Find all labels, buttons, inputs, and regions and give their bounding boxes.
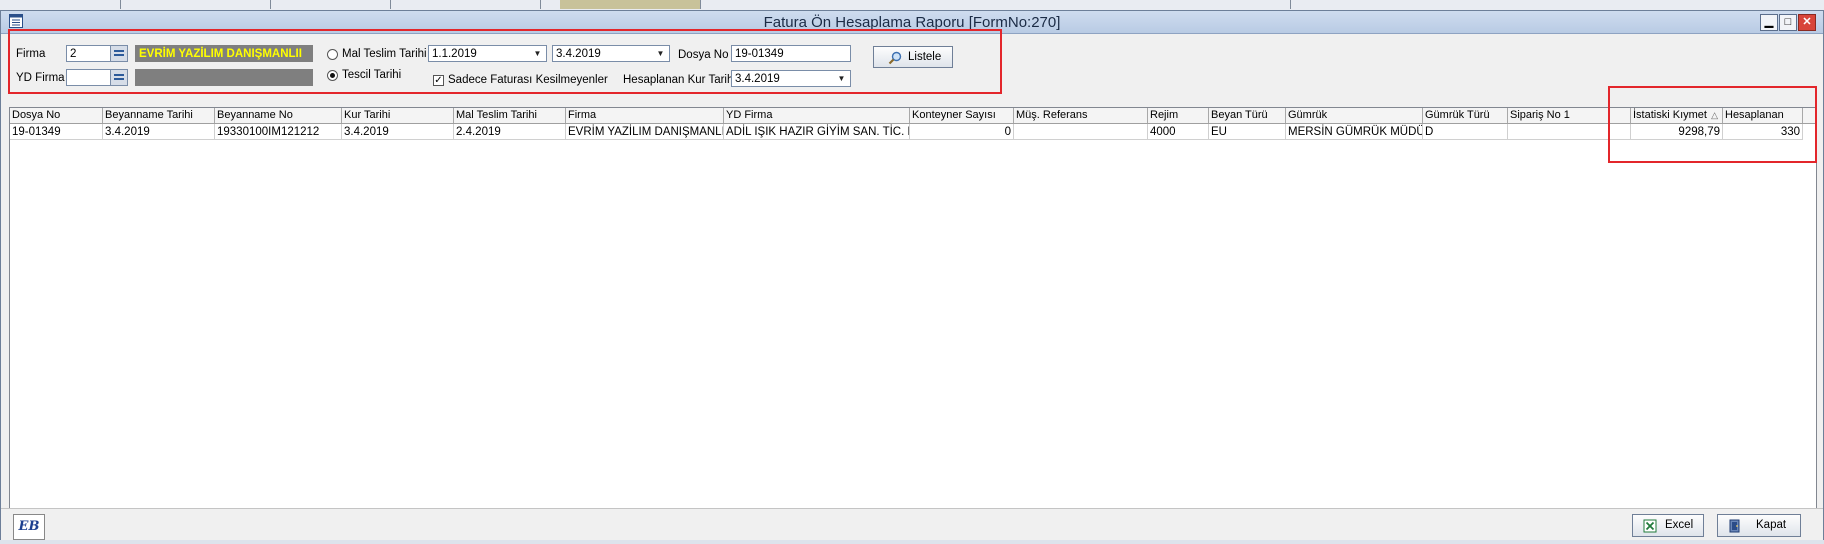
column-header-beyan-turu[interactable]: Beyan Türü: [1209, 108, 1286, 123]
eb-logo: EB: [13, 514, 45, 540]
date-to-dropdown[interactable]: 3.4.2019 ▼: [552, 45, 670, 62]
cell-firma: EVRİM YAZİLIM DANIŞMANLIK: [566, 124, 724, 140]
column-header-yd-firma[interactable]: YD Firma: [724, 108, 910, 123]
kur-tarihi-label: Hesaplanan Kur Tarihi: [623, 74, 736, 86]
cell-rejim: 4000: [1148, 124, 1209, 140]
column-header-beyanname-no[interactable]: Beyanname No: [215, 108, 342, 123]
firma-code-input[interactable]: 2: [66, 45, 128, 62]
exit-door-icon: [1729, 519, 1740, 533]
grid-header: Dosya No Beyanname Tarihi Beyanname No K…: [10, 108, 1816, 124]
cell-gumruk-turu: D: [1423, 124, 1508, 140]
cell-istatiski-kiymet: 9298,79: [1631, 124, 1723, 140]
column-header-gumruk[interactable]: Gümrük: [1286, 108, 1423, 123]
istatiski-kiymet-label: İstatiski Kıymet: [1633, 109, 1707, 121]
column-header-siparis-no-1[interactable]: Sipariş No 1: [1508, 108, 1631, 123]
yd-firma-lookup-icon[interactable]: [110, 70, 127, 85]
cell-kur-tarihi: 3.4.2019: [342, 124, 454, 140]
chevron-down-icon[interactable]: ▼: [530, 47, 545, 60]
column-header-dosya-no[interactable]: Dosya No: [10, 108, 103, 123]
report-window: Fatura Ön Hesaplama Raporu [FormNo:270] …: [0, 10, 1824, 542]
firma-name-display: EVRİM YAZİLIM DANIŞMANLII: [135, 45, 313, 62]
cell-hesaplanan: 330: [1723, 124, 1803, 140]
column-header-kur-tarihi[interactable]: Kur Tarihi: [342, 108, 454, 123]
cell-dosya-no: 19-01349: [10, 124, 103, 140]
cell-gumruk: MERSİN GÜMRÜK MÜDÜF: [1286, 124, 1423, 140]
maximize-button[interactable]: □: [1779, 14, 1797, 31]
dosya-no-input[interactable]: 19-01349: [731, 45, 851, 62]
excel-label: Excel: [1665, 519, 1694, 531]
dosya-no-label: Dosya No: [678, 49, 729, 61]
results-grid: Dosya No Beyanname Tarihi Beyanname No K…: [9, 107, 1817, 509]
yd-firma-label: YD Firma: [16, 72, 65, 84]
listele-label: Listele: [908, 51, 942, 63]
sadece-checkbox[interactable]: ✓: [433, 75, 444, 86]
background-status-strip: [0, 540, 1824, 544]
kapat-label: Kapat: [1756, 519, 1787, 531]
excel-icon: [1643, 519, 1657, 533]
tescil-label: Tescil Tarihi: [342, 69, 402, 81]
cell-mus-referans: [1014, 124, 1148, 140]
table-row[interactable]: 19-01349 3.4.2019 19330100IM121212 3.4.2…: [10, 124, 1816, 140]
chevron-down-icon[interactable]: ▼: [653, 47, 668, 60]
firma-code-value: 2: [70, 48, 77, 60]
column-header-istatiski-kiymet[interactable]: İstatiski Kıymet △: [1631, 108, 1723, 123]
mal-teslim-label: Mal Teslim Tarihi: [342, 48, 427, 60]
date-from-dropdown[interactable]: 1.1.2019 ▼: [428, 45, 547, 62]
kur-tarihi-dropdown[interactable]: 3.4.2019 ▼: [731, 70, 851, 87]
minimize-button[interactable]: ▁: [1760, 14, 1778, 31]
kapat-button[interactable]: Kapat: [1717, 514, 1801, 537]
sadece-label: Sadece Faturası Kesilmeyenler: [448, 74, 608, 86]
search-icon: [888, 51, 902, 65]
sort-ascending-icon: △: [1711, 110, 1718, 120]
close-window-button[interactable]: ✕: [1798, 14, 1816, 31]
listele-button[interactable]: Listele: [873, 46, 953, 68]
cell-beyanname-no: 19330100IM121212: [215, 124, 342, 140]
cell-siparis-no-1: [1508, 124, 1631, 140]
cell-beyan-turu: EU: [1209, 124, 1286, 140]
cell-beyanname-tarihi: 3.4.2019: [103, 124, 215, 140]
title-bar: Fatura Ön Hesaplama Raporu [FormNo:270] …: [1, 11, 1823, 34]
date-from-value: 1.1.2019: [432, 48, 477, 60]
yd-firma-name-display: [135, 69, 313, 86]
yd-firma-code-input[interactable]: [66, 69, 128, 86]
cell-yd-firma: ADİL IŞIK HAZIR GİYİM SAN. TİC. LT: [724, 124, 910, 140]
filter-panel: Firma 2 EVRİM YAZİLIM DANIŞMANLII YD Fir…: [1, 34, 1823, 105]
date-to-value: 3.4.2019: [556, 48, 601, 60]
column-header-gumruk-turu[interactable]: Gümrük Türü: [1423, 108, 1508, 123]
cell-mal-teslim-tarihi: 2.4.2019: [454, 124, 566, 140]
column-header-firma[interactable]: Firma: [566, 108, 724, 123]
firma-label: Firma: [16, 48, 46, 60]
kur-tarihi-value: 3.4.2019: [735, 73, 780, 85]
column-header-hesaplanan[interactable]: Hesaplanan: [1723, 108, 1803, 123]
mal-teslim-radio[interactable]: [327, 49, 338, 60]
column-header-rejim[interactable]: Rejim: [1148, 108, 1209, 123]
excel-button[interactable]: Excel: [1632, 514, 1704, 537]
cell-konteyner-sayisi: 0: [910, 124, 1014, 140]
column-header-mus-referans[interactable]: Müş. Referans: [1014, 108, 1148, 123]
tescil-radio[interactable]: [327, 70, 338, 81]
chevron-down-icon[interactable]: ▼: [834, 72, 849, 85]
column-header-beyanname-tarihi[interactable]: Beyanname Tarihi: [103, 108, 215, 123]
firma-lookup-icon[interactable]: [110, 46, 127, 61]
column-header-konteyner-sayisi[interactable]: Konteyner Sayısı: [910, 108, 1014, 123]
bottom-toolbar: EB Excel Kapat: [1, 508, 1823, 541]
column-header-mal-teslim-tarihi[interactable]: Mal Teslim Tarihi: [454, 108, 566, 123]
window-title: Fatura Ön Hesaplama Raporu [FormNo:270]: [763, 14, 1061, 31]
